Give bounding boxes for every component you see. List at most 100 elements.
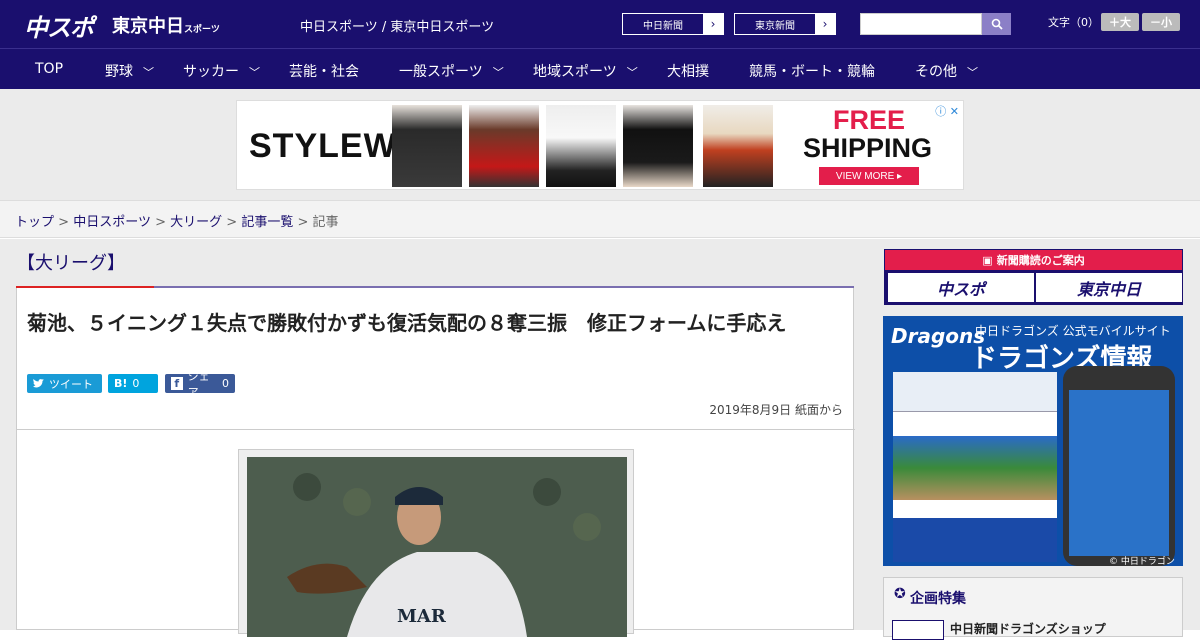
facebook-share-button[interactable]: f シェア 0 (165, 370, 235, 399)
hatena-bookmark-button[interactable]: B! 0 (108, 374, 158, 393)
ribbon-icon: ✪ (894, 586, 906, 602)
phone-screen (1069, 390, 1169, 556)
breadcrumb-separator: > (58, 215, 70, 230)
dragons-app-screenshot (893, 372, 1057, 562)
nav-label: 大相撲 (667, 64, 709, 80)
dragons-copyright: © 中日ドラゴンズ (1109, 557, 1175, 566)
font-larger-button[interactable]: ＋大 (1101, 13, 1139, 31)
feature-item-dragons-shop[interactable]: 中日新聞ドラゴンズショップ (950, 620, 1106, 637)
facebook-count: 0 (222, 377, 229, 390)
search-input[interactable] (860, 13, 982, 35)
main-nav: TOP 野球 ﹀ サッカー ﹀ 芸能・社会 一般スポーツ ﹀ 地域スポーツ ﹀ 大相撲 … (0, 48, 1200, 89)
chevron-down-icon: ﹀ (249, 66, 260, 79)
tokyo-chunichi-logo-small: スポーツ (184, 25, 220, 35)
chevron-down-icon: ﹀ (143, 66, 154, 79)
ad-headline-free: FREE (833, 105, 906, 135)
article-card: 菊池、５イニング１失点で勝敗付かずも復活気配の８奪三振 修正フォームに手応え ツ… (16, 288, 855, 637)
feature-thumbnail[interactable] (892, 620, 944, 640)
nav-item-soccer[interactable]: サッカー ﹀ (183, 61, 260, 81)
pitcher-photo: MAR (247, 457, 627, 637)
ad-info-icon[interactable]: ⓘ ✕ (935, 103, 959, 119)
ad-product-image (623, 105, 693, 187)
subscription-heading: ▣ 新聞購読のご案内 (885, 250, 1182, 270)
chunichi-shimbun-link[interactable]: 中日新聞 › (622, 13, 724, 35)
nav-item-sumo[interactable]: 大相撲 (667, 61, 709, 81)
subscription-panel: ▣ 新聞購読のご案内 中スポ 東京中日 (884, 249, 1183, 305)
search-button[interactable] (982, 13, 1011, 35)
feature-panel: ✪ 企画特集 中日新聞ドラゴンズショップ (883, 577, 1183, 640)
tokyo-shimbun-link[interactable]: 東京新聞 › (734, 13, 836, 35)
nav-label: 地域スポーツ (533, 64, 617, 80)
nav-item-other[interactable]: その他 ﹀ (915, 61, 978, 81)
article-photo-frame: MAR (238, 449, 634, 637)
nav-item-racing[interactable]: 競馬・ボート・競輪 (749, 61, 875, 81)
chevron-down-icon: ﹀ (626, 66, 638, 79)
newspaper-icon: ▣ (982, 253, 993, 267)
article-divider (17, 429, 855, 430)
hatena-count: 0 (132, 377, 140, 390)
nav-label: 野球 (105, 64, 133, 80)
breadcrumb: トップ > 中日スポーツ > 大リーグ > 記事一覧 > 記事 (0, 200, 1200, 238)
ad-product-image (546, 105, 616, 187)
nav-label: 競馬・ボート・競輪 (749, 64, 875, 80)
subscribe-tokyo-chunichi-button[interactable]: 東京中日 (1036, 273, 1182, 302)
phone-graphic (1063, 366, 1175, 566)
scoreboard (893, 372, 1057, 412)
article-photo[interactable]: MAR (247, 457, 627, 637)
breadcrumb-article-list[interactable]: 記事一覧 (241, 215, 293, 230)
facebook-icon: f (171, 377, 183, 390)
subscribe-chuspo-button[interactable]: 中スポ (888, 273, 1034, 302)
breadcrumb-separator: > (226, 215, 238, 230)
menu-grid (893, 518, 1057, 562)
breadcrumb-current: 記事 (312, 215, 339, 230)
breadcrumb-mlb[interactable]: 大リーグ (170, 215, 222, 230)
nav-item-regional-sports[interactable]: 地域スポーツ ﹀ (533, 61, 638, 81)
ad-product-image (469, 105, 539, 187)
stylewe-banner-ad[interactable]: STYLEWE FREE SHIPPING VIEW MORE ▸ ⓘ ✕ (236, 100, 964, 190)
nav-item-baseball[interactable]: 野球 ﹀ (105, 61, 154, 81)
facebook-share-label: シェア (187, 369, 210, 399)
nav-label: サッカー (183, 64, 239, 80)
chevron-right-icon: › (703, 14, 723, 34)
breadcrumb-separator: > (297, 215, 309, 230)
ad-product-image (703, 105, 773, 187)
tokyo-shimbun-label: 東京新聞 (755, 20, 795, 32)
jersey-lettering: MAR (397, 606, 447, 627)
dragons-subtitle: 中日ドラゴンズ 公式モバイルサイト (975, 324, 1171, 338)
ad-view-more-button[interactable]: VIEW MORE ▸ (819, 167, 919, 185)
chevron-right-icon: › (815, 14, 835, 34)
feature-heading: 企画特集 (910, 591, 966, 607)
ad-headline-shipping: SHIPPING (803, 133, 933, 163)
site-header: 中スポ 東京中日スポーツ 中日スポーツ / 東京中日スポーツ 中日新聞 › 東京… (0, 0, 1200, 48)
nav-item-general-sports[interactable]: 一般スポーツ ﹀ (399, 61, 504, 81)
nav-label: 芸能・社会 (289, 64, 359, 80)
tweet-button[interactable]: ツイート (27, 374, 102, 393)
breadcrumb-separator: > (155, 215, 166, 230)
chuspo-logo[interactable]: 中スポ (24, 8, 94, 43)
tokyo-chunichi-logo-text: 東京中日 (112, 16, 184, 37)
nav-item-entertainment[interactable]: 芸能・社会 (289, 61, 359, 81)
tweet-label: ツイート (49, 377, 93, 391)
breadcrumb-chunichi-sports[interactable]: 中日スポーツ (73, 215, 151, 230)
ad-product-image (392, 105, 462, 187)
nav-label: TOP (35, 61, 64, 77)
nav-item-top[interactable]: TOP (35, 61, 63, 77)
chevron-down-icon: ﹀ (967, 66, 978, 79)
nav-label: 一般スポーツ (399, 64, 483, 80)
breadcrumb-top[interactable]: トップ (15, 215, 54, 230)
search-icon (991, 18, 1003, 30)
chevron-down-icon: ﹀ (492, 66, 504, 79)
dragons-info-banner[interactable]: Dragons 中日ドラゴンズ 公式モバイルサイト ドラゴンズ情報 © 中日ドラ… (883, 316, 1183, 566)
chunichi-shimbun-label: 中日新聞 (643, 20, 683, 32)
tokyo-chunichi-logo[interactable]: 東京中日スポーツ (112, 12, 220, 38)
article-category[interactable]: 【大リーグ】 (17, 249, 125, 275)
font-size-label: 文字（0） (1048, 16, 1099, 29)
subscription-heading-text: 新聞購読のご案内 (996, 254, 1085, 267)
font-smaller-button[interactable]: －小 (1142, 13, 1180, 31)
site-names: 中日スポーツ / 東京中日スポーツ (300, 20, 495, 35)
article-date: 2019年8月9日 紙面から (709, 403, 843, 417)
field-graphic (893, 436, 1057, 500)
twitter-icon (33, 379, 44, 388)
nav-label: その他 (915, 64, 957, 80)
hatena-icon: B! (114, 377, 128, 390)
